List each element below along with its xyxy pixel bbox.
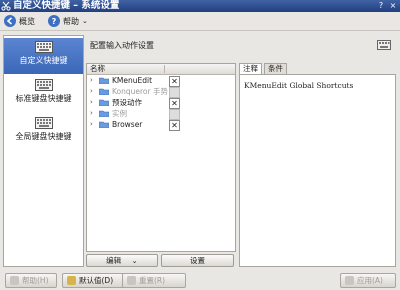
help-label: 帮助: [63, 16, 79, 26]
name-column-header[interactable]: 名称: [90, 64, 105, 73]
keyboard-icon: [34, 117, 53, 129]
expand-arrow-icon[interactable]: ›: [90, 75, 97, 86]
expand-arrow-icon[interactable]: ›: [90, 97, 97, 108]
window-title: 自定义快捷键 – 系统设置: [13, 0, 120, 11]
keyboard-icon: [377, 40, 391, 50]
reset-button-label: 重置(R): [139, 276, 166, 285]
help-icon: ?: [48, 15, 60, 27]
help-menu-button[interactable]: ? 帮助 ⌄: [48, 14, 88, 28]
edit-label: 编辑: [106, 256, 122, 265]
help-button[interactable]: 帮助(H): [5, 273, 57, 288]
comment-text[interactable]: KMenuEdit Global Shortcuts: [244, 81, 353, 90]
tree-row-label: Konqueror 手势: [112, 87, 168, 96]
sidebar-item-global-shortcuts[interactable]: 全局键盘快捷键: [4, 114, 83, 150]
title-bar: 自定义快捷键 – 系统设置 ? ×: [0, 0, 400, 12]
tree-row[interactable]: › 预设动作 ✕: [87, 97, 235, 109]
window-help-button[interactable]: ?: [376, 1, 386, 11]
reset-button[interactable]: 重置(R): [122, 273, 186, 288]
sidebar-item-label: 自定义快捷键: [19, 56, 68, 65]
folder-icon: [99, 121, 109, 128]
tree-row[interactable]: › 实例: [87, 108, 235, 120]
tab-comment[interactable]: 注释: [239, 63, 262, 74]
checkmark-icon: [345, 276, 354, 285]
scissors-icon: [1, 1, 11, 11]
overview-button[interactable]: 概览: [4, 14, 35, 28]
enable-checkbox[interactable]: ✕: [169, 120, 180, 131]
help-icon: [10, 276, 19, 285]
expand-arrow-icon[interactable]: ›: [90, 86, 97, 97]
apply-button-label: 应用(A): [357, 276, 383, 285]
keyboard-icon: [34, 79, 53, 91]
category-sidebar: 自定义快捷键 标准键盘快捷键 全局键盘快捷键: [3, 35, 84, 267]
detail-tabs: 注释 条件: [239, 63, 394, 74]
window-close-button[interactable]: ×: [388, 1, 398, 11]
chevron-down-icon: ⌄: [131, 256, 138, 265]
folder-icon: [99, 77, 109, 84]
tree-row-label: 预设动作: [112, 98, 142, 107]
comment-panel[interactable]: KMenuEdit Global Shortcuts: [239, 74, 396, 267]
settings-button[interactable]: 设置: [161, 254, 234, 267]
chevron-down-icon: ⌄: [82, 17, 88, 25]
tree-row-label: 实例: [112, 109, 127, 118]
bottom-button-bar: 帮助(H) 默认值(D) 重置(R) 应用(A): [0, 270, 400, 290]
tree-row-label: KMenuEdit: [112, 76, 153, 85]
tab-conditions[interactable]: 条件: [264, 63, 287, 74]
keyboard-icon: [34, 41, 53, 53]
back-arrow-icon: [4, 15, 16, 27]
help-button-label: 帮助(H): [22, 276, 49, 285]
apply-button[interactable]: 应用(A): [340, 273, 396, 288]
folder-icon: [99, 88, 109, 95]
tree-row-label: Browser: [112, 120, 143, 129]
tree-rows: › KMenuEdit ✕ › Konqueror 手势 › 预设动作 ✕ › 实例 › Browse…: [87, 75, 235, 131]
folder-icon: [99, 99, 109, 106]
defaults-icon: [67, 276, 76, 285]
actions-tree[interactable]: 名称 › KMenuEdit ✕ › Konqueror 手势 › 预设动作 ✕ › 实例 › Bro…: [86, 63, 236, 252]
expand-arrow-icon[interactable]: ›: [90, 108, 97, 119]
sidebar-item-standard-shortcuts[interactable]: 标准键盘快捷键: [4, 76, 83, 112]
edit-button[interactable]: 编辑 ⌄: [86, 254, 158, 267]
sidebar-item-label: 标准键盘快捷键: [15, 94, 72, 103]
tree-row[interactable]: › KMenuEdit ✕: [87, 75, 235, 87]
reset-icon: [127, 276, 136, 285]
page-heading: 配置输入动作设置: [90, 41, 154, 50]
tree-header[interactable]: 名称: [87, 64, 235, 75]
defaults-button[interactable]: 默认值(D): [62, 273, 126, 288]
toolbar: 概览 ? 帮助 ⌄: [0, 12, 400, 31]
defaults-button-label: 默认值(D): [79, 276, 114, 285]
sidebar-item-custom-shortcuts[interactable]: 自定义快捷键: [4, 38, 83, 74]
column-divider[interactable]: [164, 65, 165, 73]
sidebar-item-label: 全局键盘快捷键: [15, 132, 72, 141]
folder-icon: [99, 110, 109, 117]
tree-row[interactable]: › Konqueror 手势: [87, 86, 235, 98]
tree-row[interactable]: › Browser ✕: [87, 119, 235, 131]
expand-arrow-icon[interactable]: ›: [90, 119, 97, 130]
overview-label: 概览: [19, 16, 35, 26]
